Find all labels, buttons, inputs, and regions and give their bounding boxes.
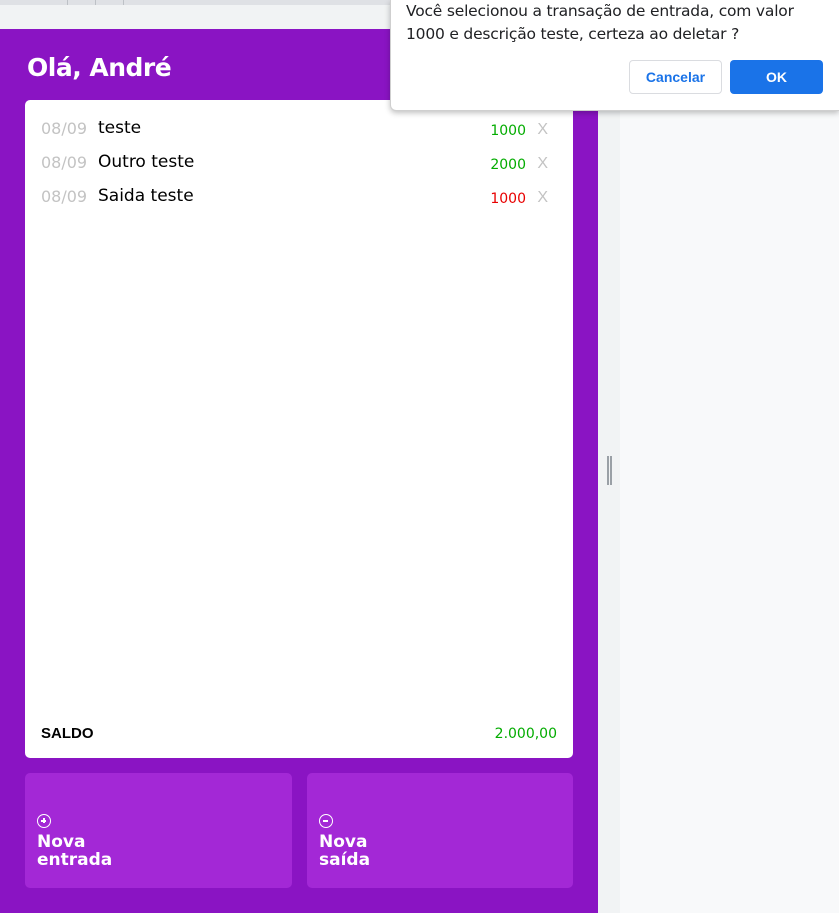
new-income-button[interactable]: Nova entrada [25, 773, 292, 888]
greeting-title: Olá, André [27, 53, 172, 82]
transaction-value: 1000 [490, 123, 526, 139]
transaction-value: 1000 [490, 191, 526, 207]
transaction-date: 08/09 [41, 119, 88, 138]
transaction-date: 08/09 [41, 153, 88, 172]
toolbar-divider [67, 0, 68, 5]
new-expense-line2: saída [319, 850, 371, 870]
minus-circle-icon [319, 814, 333, 828]
toolbar-divider [95, 0, 96, 5]
browser-toolbar-strip [0, 0, 390, 5]
wallet-app: Olá, André 08/09 teste 1000 X 08/09 Outr… [0, 29, 598, 913]
ok-button[interactable]: OK [730, 60, 823, 94]
transaction-description: teste [98, 118, 142, 138]
delete-transaction-button[interactable]: X [537, 121, 548, 139]
transaction-value: 2000 [490, 157, 526, 173]
delete-transaction-button[interactable]: X [537, 189, 548, 207]
transaction-row: 08/09 Saida teste 1000 X [25, 186, 573, 210]
confirm-delete-dialog: Você selecionou a transação de entrada, … [390, 0, 839, 111]
transaction-row: 08/09 teste 1000 X [25, 118, 573, 142]
new-income-line2: entrada [37, 850, 113, 870]
plus-circle-icon [37, 814, 51, 828]
delete-transaction-button[interactable]: X [537, 155, 548, 173]
new-expense-label: Nova saída [319, 833, 439, 869]
transaction-row: 08/09 Outro teste 2000 X [25, 152, 573, 176]
cancel-button[interactable]: Cancelar [629, 60, 722, 94]
toolbar-divider [123, 0, 124, 5]
pane-resize-handle[interactable] [607, 456, 612, 485]
transaction-description: Saida teste [98, 186, 194, 206]
new-expense-button[interactable]: Nova saída [307, 773, 573, 888]
new-expense-line1: Nova [319, 832, 368, 852]
new-income-label: Nova entrada [37, 833, 157, 869]
transaction-date: 08/09 [41, 187, 88, 206]
balance-label: SALDO [41, 725, 94, 742]
balance-value: 2.000,00 [494, 726, 557, 742]
transactions-panel: 08/09 teste 1000 X 08/09 Outro teste 200… [25, 100, 573, 758]
devtools-pane [620, 110, 839, 913]
dialog-message: Você selecionou a transação de entrada, … [406, 2, 794, 43]
new-income-line1: Nova [37, 832, 86, 852]
transaction-description: Outro teste [98, 152, 195, 172]
